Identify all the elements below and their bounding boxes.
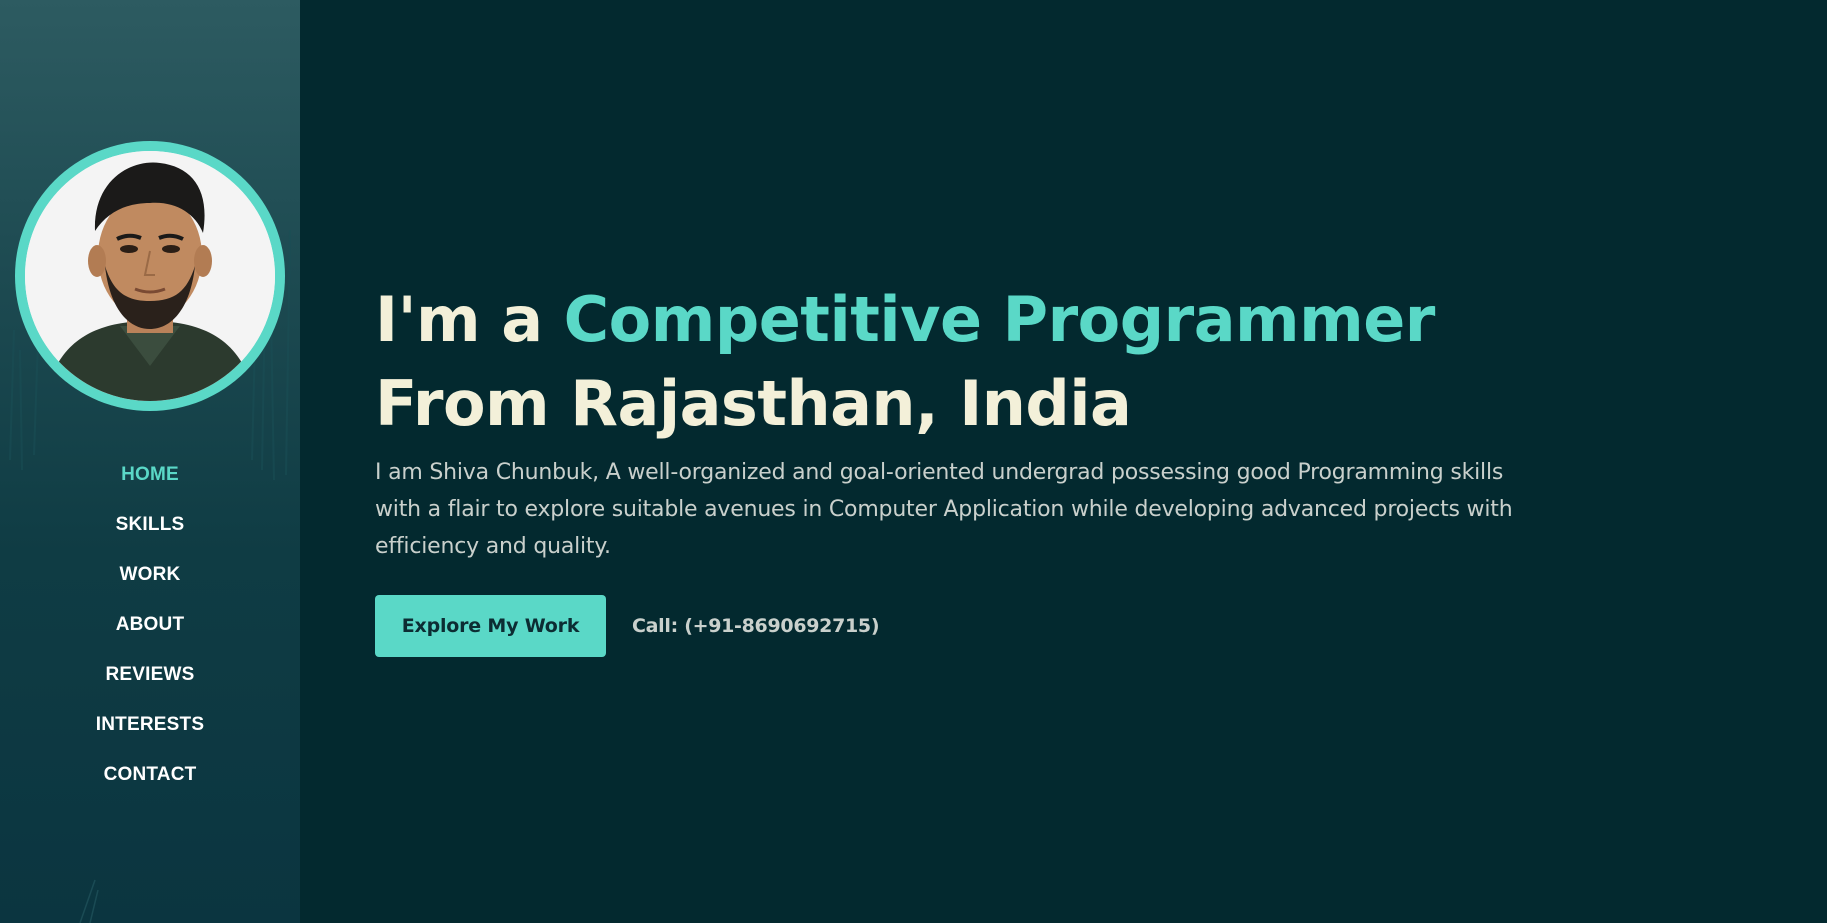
nav-link-interests[interactable]: INTERESTS: [96, 714, 204, 736]
hero-heading-line2: From Rajasthan, India: [375, 367, 1132, 440]
call-link[interactable]: Call: (+91-8690692715): [632, 615, 880, 637]
nav-link-work[interactable]: WORK: [120, 564, 181, 586]
avatar-ring: [15, 141, 285, 411]
sidebar: HOME SKILLS WORK ABOUT REVIEWS INTERESTS…: [0, 0, 300, 923]
nav-item-home: HOME: [0, 450, 300, 500]
sidebar-nav: HOME SKILLS WORK ABOUT REVIEWS INTERESTS…: [0, 450, 300, 800]
explore-work-button[interactable]: Explore My Work: [375, 595, 606, 657]
nav-item-skills: SKILLS: [0, 500, 300, 550]
nav-link-contact[interactable]: CONTACT: [104, 764, 197, 786]
hero-section: I'm a Competitive Programmer From Rajast…: [375, 278, 1575, 657]
nav-link-skills[interactable]: SKILLS: [116, 514, 185, 536]
hero-heading: I'm a Competitive Programmer From Rajast…: [375, 278, 1575, 446]
page: HOME SKILLS WORK ABOUT REVIEWS INTERESTS…: [0, 0, 1827, 923]
nav-item-work: WORK: [0, 550, 300, 600]
hero-heading-accent: Competitive Programmer: [563, 283, 1436, 356]
nav-item-about: ABOUT: [0, 600, 300, 650]
hero-heading-prefix: I'm a: [375, 283, 564, 356]
nav-link-reviews[interactable]: REVIEWS: [105, 664, 194, 686]
hero-description: I am Shiva Chunbuk, A well-organized and…: [375, 460, 1513, 559]
nav-item-reviews: REVIEWS: [0, 650, 300, 700]
nav-item-interests: INTERESTS: [0, 700, 300, 750]
hero-actions: Explore My Work Call: (+91-8690692715): [375, 595, 1575, 657]
avatar-portrait: [25, 151, 275, 401]
nav-link-about[interactable]: ABOUT: [116, 614, 185, 636]
avatar: [25, 151, 275, 401]
nav-item-contact: CONTACT: [0, 750, 300, 800]
nav-link-home[interactable]: HOME: [121, 464, 179, 486]
